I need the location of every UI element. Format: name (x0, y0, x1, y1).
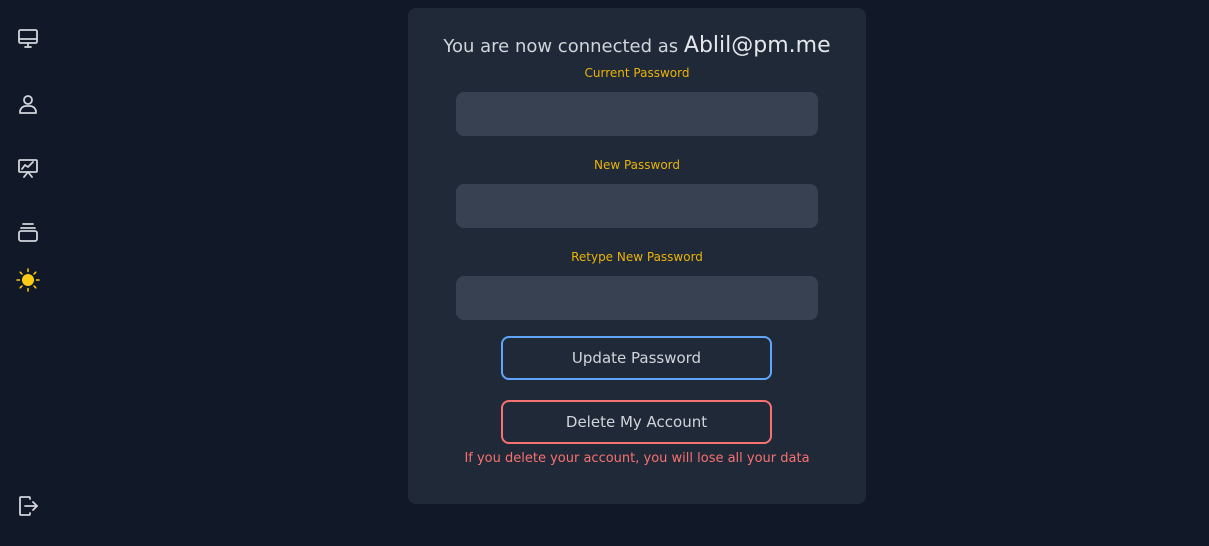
logout-icon[interactable] (16, 494, 40, 518)
presentation-chart-icon[interactable] (16, 156, 40, 180)
retype-password-label: Retype New Password (571, 250, 703, 264)
page-title: You are now connected as Ablil@pm.me (408, 33, 866, 58)
user-email: Ablil@pm.me (683, 33, 831, 58)
current-password-input[interactable] (456, 92, 818, 136)
update-password-button[interactable]: Update Password (501, 336, 772, 380)
delete-account-button[interactable]: Delete My Account (501, 400, 772, 444)
current-password-label: Current Password (584, 66, 690, 80)
retype-password-input[interactable] (456, 276, 818, 320)
user-icon[interactable] (16, 92, 40, 116)
sidebar (0, 0, 56, 546)
delete-warning: If you delete your account, you will los… (464, 451, 810, 466)
new-password-label: New Password (593, 158, 681, 172)
account-card: You are now connected as Ablil@pm.me Cur… (408, 8, 866, 504)
archive-icon[interactable] (16, 220, 40, 244)
new-password-input[interactable] (456, 184, 818, 228)
monitor-icon[interactable] (16, 27, 40, 51)
sun-icon[interactable] (16, 268, 40, 292)
connected-prefix: You are now connected as (443, 36, 679, 57)
